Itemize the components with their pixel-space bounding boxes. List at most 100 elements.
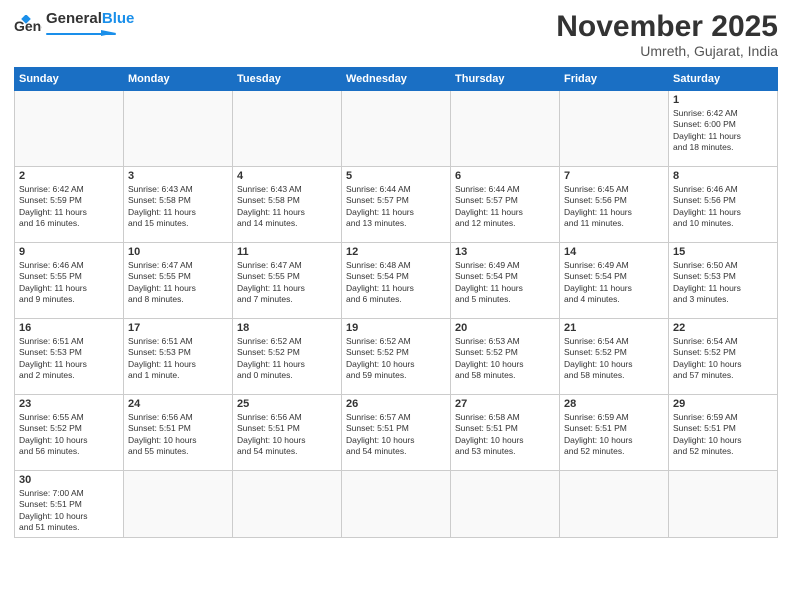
day-info: Sunrise: 6:52 AM Sunset: 5:52 PM Dayligh… bbox=[237, 336, 337, 382]
table-row: 23 Sunrise: 6:55 AM Sunset: 5:52 PM Dayli… bbox=[15, 395, 124, 471]
day-number: 15 bbox=[673, 246, 773, 258]
day-number: 17 bbox=[128, 322, 228, 334]
day-number: 18 bbox=[237, 322, 337, 334]
table-row: 9 Sunrise: 6:46 AM Sunset: 5:55 PM Daylig… bbox=[15, 243, 124, 319]
table-row bbox=[342, 471, 451, 538]
day-info: Sunrise: 6:44 AM Sunset: 5:57 PM Dayligh… bbox=[346, 184, 446, 230]
table-row: 13 Sunrise: 6:49 AM Sunset: 5:54 PM Dayli… bbox=[451, 243, 560, 319]
day-info: Sunrise: 6:49 AM Sunset: 5:54 PM Dayligh… bbox=[564, 260, 664, 306]
logo: General GeneralBlue bbox=[14, 10, 134, 43]
day-info: Sunrise: 6:53 AM Sunset: 5:52 PM Dayligh… bbox=[455, 336, 555, 382]
day-number: 21 bbox=[564, 322, 664, 334]
table-row: 2Sunrise: 6:42 AM Sunset: 5:59 PM Daylig… bbox=[15, 167, 124, 243]
col-header-saturday: Saturday bbox=[669, 68, 778, 91]
day-info: Sunrise: 6:56 AM Sunset: 5:51 PM Dayligh… bbox=[128, 412, 228, 458]
day-info: Sunrise: 6:46 AM Sunset: 5:56 PM Dayligh… bbox=[673, 184, 773, 230]
table-row: 3 Sunrise: 6:43 AM Sunset: 5:58 PM Daylig… bbox=[124, 167, 233, 243]
day-info: Sunrise: 6:47 AM Sunset: 5:55 PM Dayligh… bbox=[128, 260, 228, 306]
day-number: 14 bbox=[564, 246, 664, 258]
table-row: 27 Sunrise: 6:58 AM Sunset: 5:51 PM Dayli… bbox=[451, 395, 560, 471]
table-row: 8 Sunrise: 6:46 AM Sunset: 5:56 PM Daylig… bbox=[669, 167, 778, 243]
day-info: Sunrise: 6:42 AM Sunset: 6:00 PM Dayligh… bbox=[673, 108, 773, 154]
table-row: 30 Sunrise: 7:00 AM Sunset: 5:51 PM Dayli… bbox=[15, 471, 124, 538]
day-number: 27 bbox=[455, 398, 555, 410]
day-info: Sunrise: 6:58 AM Sunset: 5:51 PM Dayligh… bbox=[455, 412, 555, 458]
day-info: Sunrise: 6:56 AM Sunset: 5:51 PM Dayligh… bbox=[237, 412, 337, 458]
table-row bbox=[560, 471, 669, 538]
table-row: 6 Sunrise: 6:44 AM Sunset: 5:57 PM Daylig… bbox=[451, 167, 560, 243]
day-number: 12 bbox=[346, 246, 446, 258]
table-row: 14 Sunrise: 6:49 AM Sunset: 5:54 PM Dayli… bbox=[560, 243, 669, 319]
col-header-wednesday: Wednesday bbox=[342, 68, 451, 91]
table-row: 21 Sunrise: 6:54 AM Sunset: 5:52 PM Dayli… bbox=[560, 319, 669, 395]
day-number: 8 bbox=[673, 170, 773, 182]
day-number: 26 bbox=[346, 398, 446, 410]
table-row: 5 Sunrise: 6:44 AM Sunset: 5:57 PM Daylig… bbox=[342, 167, 451, 243]
day-number: 9 bbox=[19, 246, 119, 258]
table-row: 28Sunrise: 6:59 AM Sunset: 5:51 PM Dayli… bbox=[560, 395, 669, 471]
day-info: Sunrise: 6:54 AM Sunset: 5:52 PM Dayligh… bbox=[673, 336, 773, 382]
day-info: Sunrise: 6:51 AM Sunset: 5:53 PM Dayligh… bbox=[128, 336, 228, 382]
table-row: 25 Sunrise: 6:56 AM Sunset: 5:51 PM Dayli… bbox=[233, 395, 342, 471]
day-info: Sunrise: 6:59 AM Sunset: 5:51 PM Dayligh… bbox=[673, 412, 773, 458]
table-row bbox=[451, 91, 560, 167]
table-row: 10 Sunrise: 6:47 AM Sunset: 5:55 PM Dayli… bbox=[124, 243, 233, 319]
day-number: 4 bbox=[237, 170, 337, 182]
day-number: 7 bbox=[564, 170, 664, 182]
table-row: 29Sunrise: 6:59 AM Sunset: 5:51 PM Dayli… bbox=[669, 395, 778, 471]
col-header-sunday: Sunday bbox=[15, 68, 124, 91]
day-info: Sunrise: 6:43 AM Sunset: 5:58 PM Dayligh… bbox=[128, 184, 228, 230]
day-number: 13 bbox=[455, 246, 555, 258]
day-info: Sunrise: 6:47 AM Sunset: 5:55 PM Dayligh… bbox=[237, 260, 337, 306]
table-row: 22Sunrise: 6:54 AM Sunset: 5:52 PM Dayli… bbox=[669, 319, 778, 395]
col-header-tuesday: Tuesday bbox=[233, 68, 342, 91]
day-info: Sunrise: 6:54 AM Sunset: 5:52 PM Dayligh… bbox=[564, 336, 664, 382]
day-number: 6 bbox=[455, 170, 555, 182]
day-info: Sunrise: 6:48 AM Sunset: 5:54 PM Dayligh… bbox=[346, 260, 446, 306]
table-row bbox=[342, 91, 451, 167]
table-row: 17 Sunrise: 6:51 AM Sunset: 5:53 PM Dayli… bbox=[124, 319, 233, 395]
table-row bbox=[560, 91, 669, 167]
day-number: 5 bbox=[346, 170, 446, 182]
logo-icon: General bbox=[14, 15, 42, 39]
table-row: 20 Sunrise: 6:53 AM Sunset: 5:52 PM Dayli… bbox=[451, 319, 560, 395]
day-info: Sunrise: 6:44 AM Sunset: 5:57 PM Dayligh… bbox=[455, 184, 555, 230]
day-info: Sunrise: 6:49 AM Sunset: 5:54 PM Dayligh… bbox=[455, 260, 555, 306]
day-info: Sunrise: 6:43 AM Sunset: 5:58 PM Dayligh… bbox=[237, 184, 337, 230]
day-info: Sunrise: 6:52 AM Sunset: 5:52 PM Dayligh… bbox=[346, 336, 446, 382]
table-row: 12 Sunrise: 6:48 AM Sunset: 5:54 PM Dayli… bbox=[342, 243, 451, 319]
day-number: 30 bbox=[19, 474, 119, 486]
day-number: 1 bbox=[673, 94, 773, 106]
day-number: 25 bbox=[237, 398, 337, 410]
page: General GeneralBlue November 2025 Umreth… bbox=[0, 0, 792, 612]
day-number: 10 bbox=[128, 246, 228, 258]
table-row: 1 Sunrise: 6:42 AM Sunset: 6:00 PM Daylig… bbox=[669, 91, 778, 167]
table-row bbox=[233, 471, 342, 538]
day-info: Sunrise: 6:45 AM Sunset: 5:56 PM Dayligh… bbox=[564, 184, 664, 230]
logo-underline bbox=[46, 30, 116, 38]
day-number: 20 bbox=[455, 322, 555, 334]
col-header-friday: Friday bbox=[560, 68, 669, 91]
day-number: 28 bbox=[564, 398, 664, 410]
day-info: Sunrise: 6:57 AM Sunset: 5:51 PM Dayligh… bbox=[346, 412, 446, 458]
day-number: 24 bbox=[128, 398, 228, 410]
table-row bbox=[15, 91, 124, 167]
day-info: Sunrise: 6:51 AM Sunset: 5:53 PM Dayligh… bbox=[19, 336, 119, 382]
col-header-monday: Monday bbox=[124, 68, 233, 91]
day-info: Sunrise: 6:55 AM Sunset: 5:52 PM Dayligh… bbox=[19, 412, 119, 458]
table-row: 24 Sunrise: 6:56 AM Sunset: 5:51 PM Dayli… bbox=[124, 395, 233, 471]
table-row: 11Sunrise: 6:47 AM Sunset: 5:55 PM Dayli… bbox=[233, 243, 342, 319]
day-number: 16 bbox=[19, 322, 119, 334]
header: General GeneralBlue November 2025 Umreth… bbox=[14, 10, 778, 59]
table-row bbox=[124, 471, 233, 538]
table-row: 4 Sunrise: 6:43 AM Sunset: 5:58 PM Daylig… bbox=[233, 167, 342, 243]
month-title: November 2025 bbox=[556, 10, 778, 43]
day-number: 23 bbox=[19, 398, 119, 410]
day-number: 3 bbox=[128, 170, 228, 182]
day-info: Sunrise: 6:46 AM Sunset: 5:55 PM Dayligh… bbox=[19, 260, 119, 306]
table-row: 18 Sunrise: 6:52 AM Sunset: 5:52 PM Dayli… bbox=[233, 319, 342, 395]
table-row bbox=[233, 91, 342, 167]
table-row: 19 Sunrise: 6:52 AM Sunset: 5:52 PM Dayli… bbox=[342, 319, 451, 395]
day-number: 19 bbox=[346, 322, 446, 334]
day-info: Sunrise: 7:00 AM Sunset: 5:51 PM Dayligh… bbox=[19, 488, 119, 534]
